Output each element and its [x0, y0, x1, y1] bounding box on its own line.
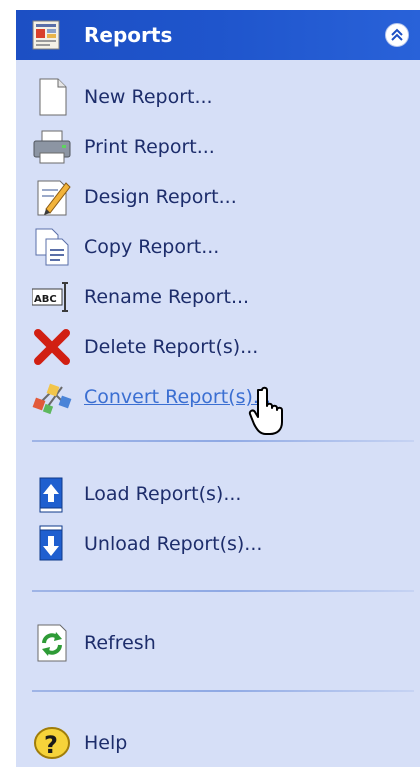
upload-arrow-icon [32, 474, 72, 514]
separator [32, 590, 414, 592]
svg-text:ABC: ABC [34, 294, 57, 305]
new-report-label: New Report... [84, 86, 213, 108]
convert-report-link[interactable]: Convert Report(s)... [32, 375, 412, 419]
separator [32, 440, 414, 442]
copy-report-link[interactable]: Copy Report... [32, 225, 412, 269]
delete-report-link[interactable]: Delete Report(s)... [32, 325, 412, 369]
load-report-label: Load Report(s)... [84, 483, 242, 505]
unload-report-link[interactable]: Unload Report(s)... [32, 522, 412, 566]
copy-documents-icon [32, 227, 72, 267]
print-report-label: Print Report... [84, 136, 215, 158]
reports-icon [32, 20, 60, 50]
load-report-link[interactable]: Load Report(s)... [32, 472, 412, 516]
double-chevron-up-icon[interactable] [385, 23, 409, 47]
new-document-icon [32, 77, 72, 117]
convert-shapes-icon [32, 377, 72, 417]
convert-report-label: Convert Report(s)... [84, 386, 271, 408]
new-report-link[interactable]: New Report... [32, 75, 412, 119]
design-report-label: Design Report... [84, 186, 237, 208]
rename-report-label: Rename Report... [84, 286, 250, 308]
design-report-link[interactable]: Design Report... [32, 175, 412, 219]
reports-panel: Reports New Report... Print Report... De… [16, 10, 420, 767]
svg-text:?: ? [44, 731, 58, 759]
separator [32, 690, 414, 692]
panel-header[interactable]: Reports [16, 10, 420, 60]
rename-report-link[interactable]: ABC Rename Report... [31, 275, 412, 319]
copy-report-label: Copy Report... [84, 236, 220, 258]
refresh-link[interactable]: Refresh [32, 621, 412, 665]
help-question-icon: ? [32, 723, 72, 763]
refresh-icon [32, 623, 72, 663]
printer-icon [32, 127, 72, 167]
print-report-link[interactable]: Print Report... [32, 125, 412, 169]
panel-title: Reports [84, 23, 173, 47]
unload-report-label: Unload Report(s)... [84, 533, 263, 555]
help-link[interactable]: ? Help [32, 721, 412, 765]
refresh-label: Refresh [84, 632, 156, 654]
rename-abc-icon: ABC [31, 277, 72, 317]
delete-report-label: Delete Report(s)... [84, 336, 259, 358]
hand-cursor-icon [248, 386, 294, 436]
red-x-icon [32, 327, 72, 367]
download-arrow-icon [32, 524, 72, 564]
pencil-document-icon [32, 177, 72, 217]
help-label: Help [84, 732, 128, 754]
